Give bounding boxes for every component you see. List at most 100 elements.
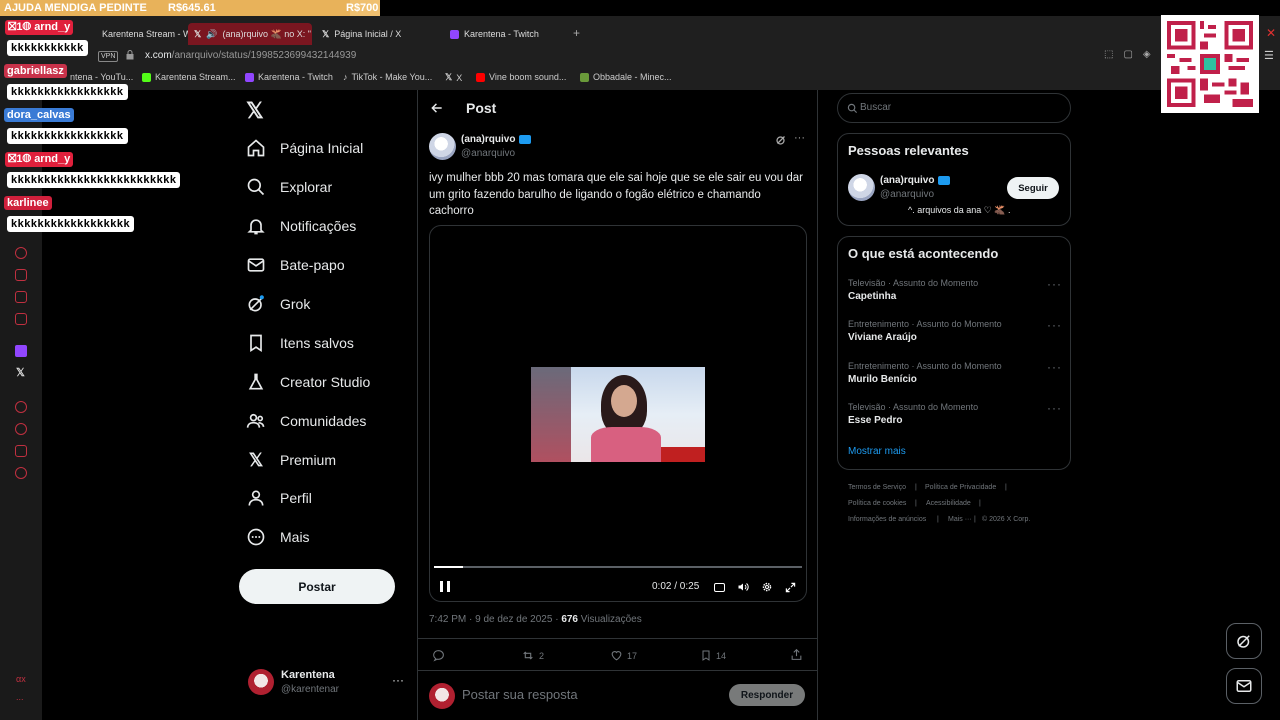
- captions-icon[interactable]: [714, 582, 725, 592]
- author-name[interactable]: (ana)rquivo: [461, 134, 532, 145]
- x-logo-icon[interactable]: 𝕏: [246, 98, 264, 124]
- twitch-icon: [450, 29, 459, 39]
- bookmark-tiktok[interactable]: ♪ TikTok - Make You...: [343, 72, 432, 82]
- youtube-icon: [476, 72, 485, 82]
- tab-post-active[interactable]: 𝕏 🔊 (ana)rquivo 🫎 no X: ": [188, 23, 312, 45]
- person-name-text: (ana)rquivo: [880, 175, 935, 186]
- sidebar-history-icon[interactable]: [15, 247, 27, 259]
- post-more-icon[interactable]: ···: [794, 132, 805, 144]
- sidebar-app-icon[interactable]: [15, 291, 27, 303]
- mail-icon: [1236, 680, 1252, 692]
- video-player[interactable]: 0:02 / 0:25: [429, 225, 807, 602]
- trend-more-icon[interactable]: ···: [1047, 277, 1062, 291]
- bookmark-icon: [702, 650, 710, 661]
- address-bar[interactable]: x.com/anarquivo/status/19985236994321449…: [145, 50, 356, 61]
- grok-float-button[interactable]: [1226, 623, 1262, 659]
- share-icon[interactable]: [790, 648, 803, 661]
- tab-home-x[interactable]: 𝕏 Página Inicial / X: [316, 23, 440, 45]
- sidebar-x-icon[interactable]: 𝕏: [16, 366, 25, 379]
- trend-meta: Televisão · Assunto do Momento: [848, 278, 979, 288]
- tab-twitch[interactable]: Karentena - Twitch: [444, 23, 568, 45]
- back-arrow-icon[interactable]: [430, 101, 444, 115]
- account-switcher[interactable]: Karentena @karentenar ···: [246, 667, 408, 699]
- nav-explore[interactable]: Explorar: [246, 177, 332, 197]
- bookmark-vine-boom[interactable]: Vine boom sound...: [476, 72, 566, 82]
- footer-cookies[interactable]: Política de cookies: [848, 500, 906, 507]
- post-timestamp[interactable]: 7:42 PM · 9 de dez de 2025 ·: [429, 614, 561, 625]
- nav-creator-studio[interactable]: Creator Studio: [246, 372, 370, 392]
- post-button[interactable]: Postar: [239, 569, 395, 604]
- messages-float-button[interactable]: [1226, 668, 1262, 704]
- sidebar-settings-icon[interactable]: [15, 467, 27, 479]
- sidebar-download-icon[interactable]: [15, 401, 27, 413]
- nav-bookmarks[interactable]: Itens salvos: [246, 333, 354, 353]
- bookmark-youtube[interactable]: ntena - YouTu...: [70, 72, 133, 82]
- footer-sep: |: [915, 484, 917, 491]
- search-input[interactable]: Buscar: [860, 102, 891, 113]
- trend-more-icon[interactable]: ···: [1047, 401, 1062, 415]
- bookmark-minecraft[interactable]: Obbadale - Minec...: [580, 72, 672, 82]
- like-action[interactable]: 17: [610, 649, 637, 662]
- tab-karentena-watch[interactable]: Karentena Stream - Watch: [96, 23, 188, 45]
- video-progress-track[interactable]: [434, 566, 802, 568]
- close-window-icon[interactable]: ✕: [1266, 26, 1276, 40]
- nav-profile[interactable]: Perfil: [246, 488, 312, 508]
- nav-chat[interactable]: Bate-papo: [246, 255, 345, 275]
- footer-more[interactable]: Mais ···: [948, 516, 972, 523]
- trend-more-icon[interactable]: ···: [1047, 318, 1062, 332]
- bookmark-action[interactable]: 14: [700, 649, 726, 662]
- lock-icon[interactable]: [126, 50, 134, 60]
- author-avatar[interactable]: [429, 133, 456, 160]
- bookmark-twitch[interactable]: Karentena - Twitch: [245, 72, 333, 82]
- volume-icon[interactable]: [737, 581, 749, 593]
- reply-action[interactable]: [432, 649, 449, 662]
- repost-action[interactable]: 2: [521, 649, 544, 662]
- person-handle[interactable]: @anarquivo: [880, 189, 934, 200]
- search-box[interactable]: Buscar: [837, 93, 1071, 123]
- nav-home[interactable]: Página Inicial: [246, 138, 363, 158]
- sidebar-extensions-icon[interactable]: [15, 445, 27, 457]
- fullscreen-icon[interactable]: [785, 582, 796, 593]
- trend-item[interactable]: Entretenimento · Assunto do Momento Vivi…: [848, 319, 1002, 343]
- grok-explain-icon[interactable]: [775, 134, 787, 146]
- nav-grok[interactable]: Grok: [246, 294, 310, 314]
- nav-premium[interactable]: 𝕏 Premium: [246, 450, 336, 470]
- nav-communities[interactable]: Comunidades: [246, 411, 366, 431]
- footer-accessibility[interactable]: Acessibilidade: [926, 500, 971, 507]
- screenshot-icon[interactable]: ▢: [1123, 49, 1132, 60]
- reply-input[interactable]: Postar sua resposta: [462, 687, 578, 702]
- bookmark-x[interactable]: 𝕏X: [445, 72, 462, 83]
- person-name[interactable]: (ana)rquivo: [880, 175, 951, 186]
- trend-item[interactable]: Entretenimento · Assunto do Momento Muri…: [848, 361, 1002, 385]
- new-tab-button[interactable]: +: [573, 26, 580, 40]
- post-column: Post (ana)rquivo @anarquivo ··· ivy mulh…: [417, 90, 818, 720]
- bookmark-label: TikTok - Make You...: [351, 72, 433, 82]
- sidebar-more[interactable]: ...: [16, 692, 24, 702]
- settings-gear-icon[interactable]: [761, 581, 773, 593]
- trend-more-icon[interactable]: ···: [1047, 360, 1062, 374]
- trend-item[interactable]: Televisão · Assunto do Momento Capetinha: [848, 278, 978, 302]
- show-more-link[interactable]: Mostrar mais: [848, 446, 906, 457]
- nav-more[interactable]: Mais: [246, 527, 310, 547]
- shield-icon[interactable]: ◈: [1143, 49, 1151, 60]
- footer-terms[interactable]: Termos de Serviço: [848, 484, 906, 491]
- pin-icon[interactable]: ⬚: [1104, 49, 1113, 60]
- trend-item[interactable]: Televisão · Assunto do Momento Esse Pedr…: [848, 402, 978, 426]
- follow-button[interactable]: Seguir: [1007, 177, 1059, 199]
- bookmark-kick[interactable]: Karentena Stream...: [142, 72, 236, 82]
- account-menu-icon[interactable]: ···: [392, 673, 404, 687]
- footer-ads[interactable]: Informações de anúncios: [848, 516, 926, 523]
- person-avatar[interactable]: [848, 174, 875, 201]
- sidebar-twitch-icon[interactable]: [15, 345, 27, 357]
- kick-icon: [142, 72, 151, 82]
- reply-button[interactable]: Responder: [729, 684, 805, 706]
- vpn-badge[interactable]: VPN: [98, 51, 119, 62]
- sidebar-gmail-icon[interactable]: [15, 313, 27, 325]
- pause-icon[interactable]: [440, 581, 450, 592]
- sidebar-app-icon[interactable]: [15, 269, 27, 281]
- sidebar-clock-icon[interactable]: [15, 423, 27, 435]
- footer-privacy[interactable]: Política de Privacidade: [925, 484, 996, 491]
- author-handle[interactable]: @anarquivo: [461, 148, 515, 159]
- menu-icon[interactable]: ☰: [1264, 49, 1274, 62]
- nav-notifications[interactable]: Notificações: [246, 216, 356, 236]
